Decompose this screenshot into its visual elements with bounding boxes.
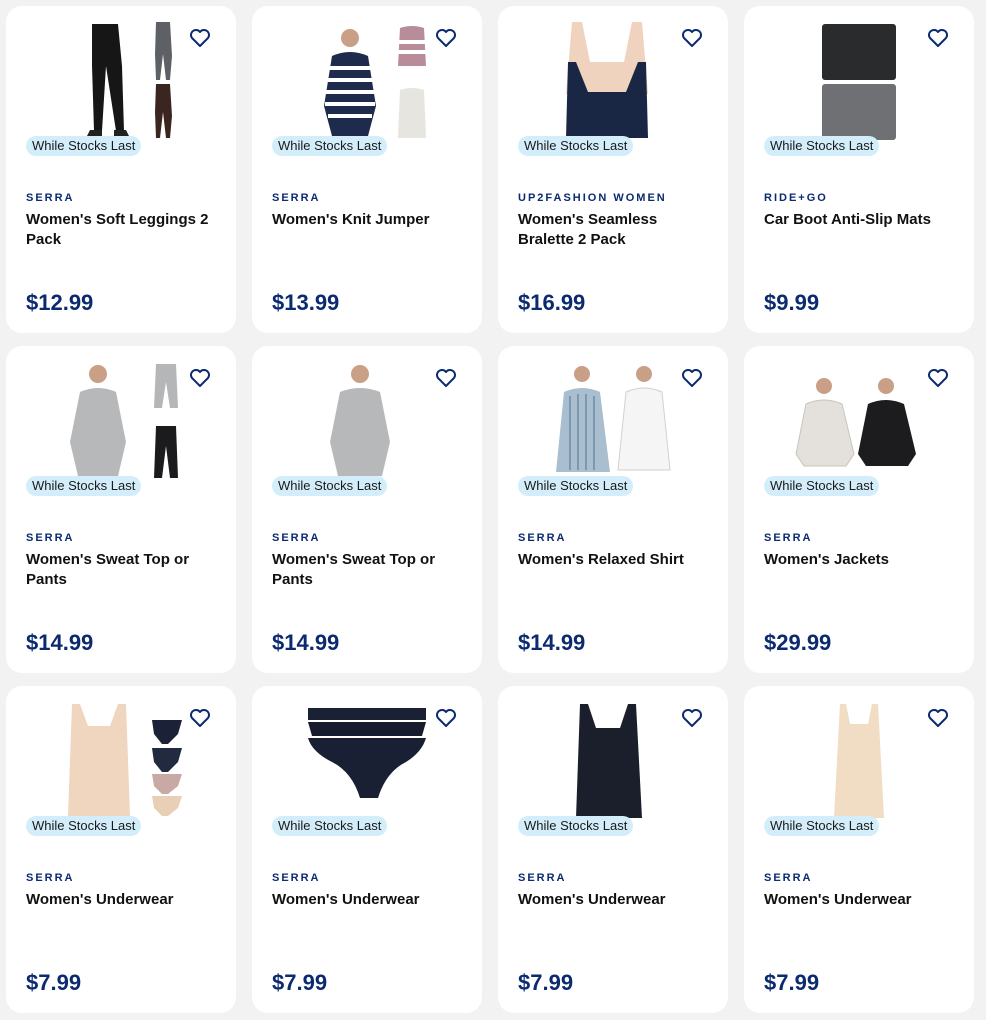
stock-badge: While Stocks Last [518,816,634,836]
heart-icon[interactable] [926,26,950,50]
heart-icon[interactable] [188,366,212,390]
heart-icon[interactable] [188,26,212,50]
product-brand: SERRA [764,872,813,884]
product-card[interactable]: While Stocks Last SERRA Women's Knit Jum… [252,6,482,333]
product-name[interactable]: Women's Underwear [764,890,959,910]
product-name[interactable]: Women's Relaxed Shirt [518,550,713,570]
product-price: $7.99 [764,970,820,995]
stock-badge: While Stocks Last [764,136,880,156]
stock-badge: While Stocks Last [518,476,634,496]
product-card[interactable]: While Stocks Last SERRA Women's Underwea… [498,686,728,1013]
product-card[interactable]: While Stocks Last SERRA Women's Soft Leg… [6,6,236,333]
product-brand: SERRA [272,192,321,204]
product-brand: SERRA [272,532,321,544]
product-price: $16.99 [518,290,586,315]
product-name[interactable]: Car Boot Anti-Slip Mats [764,210,959,230]
product-brand: SERRA [26,872,75,884]
product-brand: SERRA [518,872,567,884]
heart-icon[interactable] [434,706,458,730]
product-brand: SERRA [26,532,75,544]
stock-badge: While Stocks Last [272,816,388,836]
heart-icon[interactable] [188,706,212,730]
product-brand: SERRA [764,532,813,544]
product-grid: While Stocks Last SERRA Women's Soft Leg… [0,0,986,1020]
heart-icon[interactable] [434,366,458,390]
product-card[interactable]: While Stocks Last SERRA Women's Sweat To… [6,346,236,673]
stock-badge: While Stocks Last [764,816,880,836]
product-card[interactable]: While Stocks Last SERRA Women's Relaxed … [498,346,728,673]
product-card[interactable]: While Stocks Last SERRA Women's Jackets … [744,346,974,673]
product-brand: SERRA [518,532,567,544]
product-price: $14.99 [26,630,94,655]
product-price: $7.99 [26,970,82,995]
product-name[interactable]: Women's Sweat Top or Pants [26,550,221,590]
stock-badge: While Stocks Last [272,476,388,496]
stock-badge: While Stocks Last [272,136,388,156]
heart-icon[interactable] [680,706,704,730]
stock-badge: While Stocks Last [26,816,142,836]
product-card[interactable]: While Stocks Last SERRA Women's Underwea… [252,686,482,1013]
product-name[interactable]: Women's Sweat Top or Pants [272,550,467,590]
stock-badge: While Stocks Last [26,476,142,496]
heart-icon[interactable] [434,26,458,50]
product-name[interactable]: Women's Underwear [518,890,713,910]
product-name[interactable]: Women's Jackets [764,550,959,570]
product-price: $7.99 [518,970,574,995]
product-brand: SERRA [26,192,75,204]
stock-badge: While Stocks Last [518,136,634,156]
product-card[interactable]: While Stocks Last UP2FASHION WOMEN Women… [498,6,728,333]
stock-badge: While Stocks Last [26,136,142,156]
product-brand: SERRA [272,872,321,884]
product-name[interactable]: Women's Soft Leggings 2 Pack [26,210,221,250]
product-card[interactable]: While Stocks Last SERRA Women's Sweat To… [252,346,482,673]
product-name[interactable]: Women's Underwear [272,890,467,910]
product-price: $7.99 [272,970,328,995]
product-price: $14.99 [518,630,586,655]
product-price: $14.99 [272,630,340,655]
product-name[interactable]: Women's Underwear [26,890,221,910]
product-name[interactable]: Women's Seamless Bralette 2 Pack [518,210,713,250]
heart-icon[interactable] [926,706,950,730]
stock-badge: While Stocks Last [764,476,880,496]
product-price: $13.99 [272,290,340,315]
product-brand: RIDE+GO [764,192,828,204]
product-price: $29.99 [764,630,832,655]
product-card[interactable]: While Stocks Last RIDE+GO Car Boot Anti-… [744,6,974,333]
product-brand: UP2FASHION WOMEN [518,192,667,204]
heart-icon[interactable] [680,26,704,50]
product-name[interactable]: Women's Knit Jumper [272,210,467,230]
product-price: $12.99 [26,290,94,315]
heart-icon[interactable] [680,366,704,390]
product-card[interactable]: While Stocks Last SERRA Women's Underwea… [744,686,974,1013]
product-card[interactable]: While Stocks Last SERRA Women's Underwea… [6,686,236,1013]
product-price: $9.99 [764,290,820,315]
heart-icon[interactable] [926,366,950,390]
